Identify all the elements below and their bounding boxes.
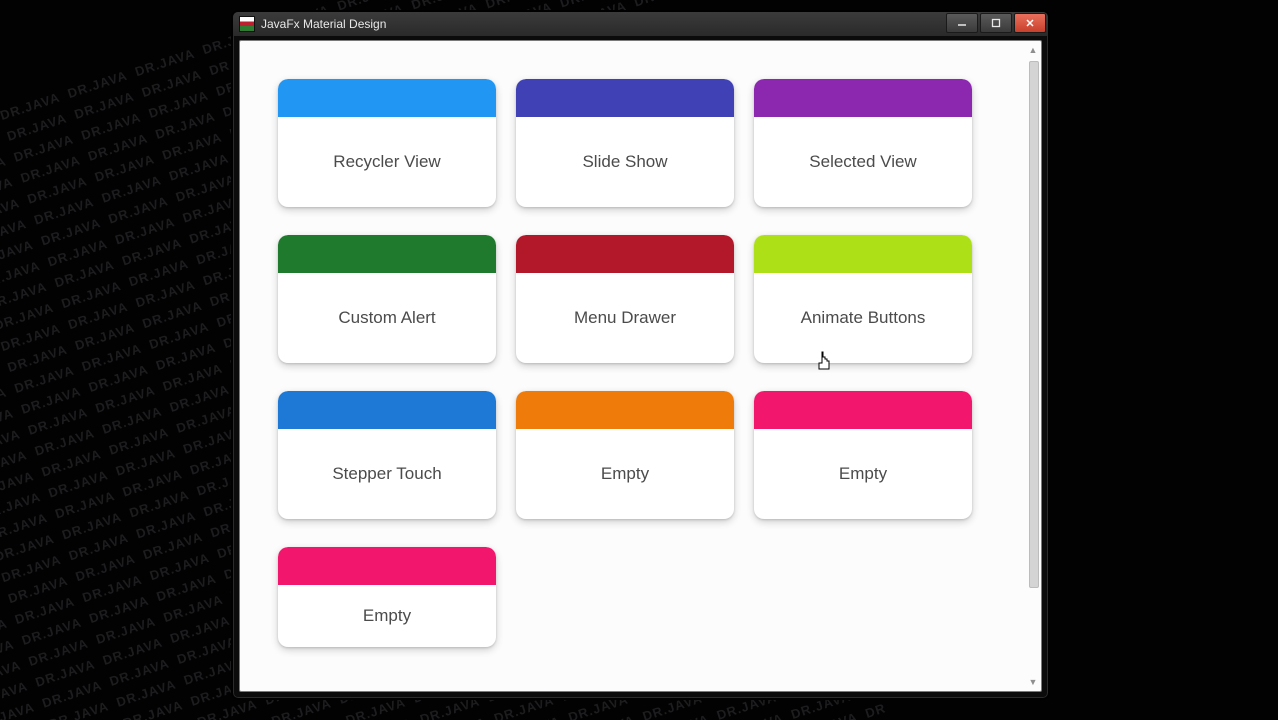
card-body: Empty xyxy=(278,585,496,647)
card-empty[interactable]: Empty xyxy=(516,391,734,519)
card-label: Empty xyxy=(601,464,649,484)
card-header xyxy=(278,391,496,429)
card-header xyxy=(516,235,734,273)
minimize-button[interactable] xyxy=(946,13,978,33)
card-body: Empty xyxy=(754,429,972,519)
card-recycler-view[interactable]: Recycler View xyxy=(278,79,496,207)
titlebar[interactable]: JavaFx Material Design xyxy=(233,12,1048,36)
card-stepper-touch[interactable]: Stepper Touch xyxy=(278,391,496,519)
card-label: Empty xyxy=(839,464,887,484)
scroll-up-arrow-icon[interactable]: ▲ xyxy=(1026,43,1040,57)
app-icon xyxy=(239,16,255,32)
card-label: Slide Show xyxy=(582,152,667,172)
minimize-icon xyxy=(957,18,967,28)
close-button[interactable] xyxy=(1014,13,1046,33)
scrollbar-thumb[interactable] xyxy=(1029,61,1039,588)
card-label: Recycler View xyxy=(333,152,440,172)
maximize-icon xyxy=(991,18,1001,28)
card-animate-buttons[interactable]: Animate Buttons xyxy=(754,235,972,363)
card-header xyxy=(278,235,496,273)
card-empty[interactable]: Empty xyxy=(278,547,496,647)
desktop-background: JAVA DR.JAVA DR.JAVA DR.JAVA DR.JAVA DR.… xyxy=(0,0,1278,720)
card-header xyxy=(754,79,972,117)
card-body: Menu Drawer xyxy=(516,273,734,363)
card-header xyxy=(516,79,734,117)
card-label: Animate Buttons xyxy=(801,308,926,328)
scroll-surface[interactable]: Recycler View Slide Show Selected View Cust… xyxy=(240,41,1025,691)
vertical-scrollbar[interactable]: ▲ ▼ xyxy=(1026,43,1040,689)
card-label: Stepper Touch xyxy=(332,464,441,484)
card-label: Selected View xyxy=(809,152,916,172)
card-body: Selected View xyxy=(754,117,972,207)
close-icon xyxy=(1025,18,1035,28)
card-label: Custom Alert xyxy=(338,308,435,328)
card-header xyxy=(754,235,972,273)
card-label: Menu Drawer xyxy=(574,308,676,328)
card-header xyxy=(754,391,972,429)
card-body: Custom Alert xyxy=(278,273,496,363)
card-grid: Recycler View Slide Show Selected View Cust… xyxy=(278,79,1007,647)
card-menu-drawer[interactable]: Menu Drawer xyxy=(516,235,734,363)
card-header xyxy=(516,391,734,429)
card-body: Animate Buttons xyxy=(754,273,972,363)
maximize-button[interactable] xyxy=(980,13,1012,33)
card-empty[interactable]: Empty xyxy=(754,391,972,519)
card-selected-view[interactable]: Selected View xyxy=(754,79,972,207)
scrollbar-track[interactable] xyxy=(1029,61,1037,671)
window-controls xyxy=(946,13,1046,33)
card-slide-show[interactable]: Slide Show xyxy=(516,79,734,207)
card-body: Recycler View xyxy=(278,117,496,207)
card-body: Slide Show xyxy=(516,117,734,207)
card-body: Empty xyxy=(516,429,734,519)
card-custom-alert[interactable]: Custom Alert xyxy=(278,235,496,363)
card-body: Stepper Touch xyxy=(278,429,496,519)
card-header xyxy=(278,79,496,117)
window-title: JavaFx Material Design xyxy=(261,17,386,31)
content-area: Recycler View Slide Show Selected View Cust… xyxy=(239,40,1042,692)
app-window: JavaFx Material Design Recycler View Slid… xyxy=(232,11,1049,699)
card-header xyxy=(278,547,496,585)
card-label: Empty xyxy=(363,606,411,626)
scroll-down-arrow-icon[interactable]: ▼ xyxy=(1026,675,1040,689)
